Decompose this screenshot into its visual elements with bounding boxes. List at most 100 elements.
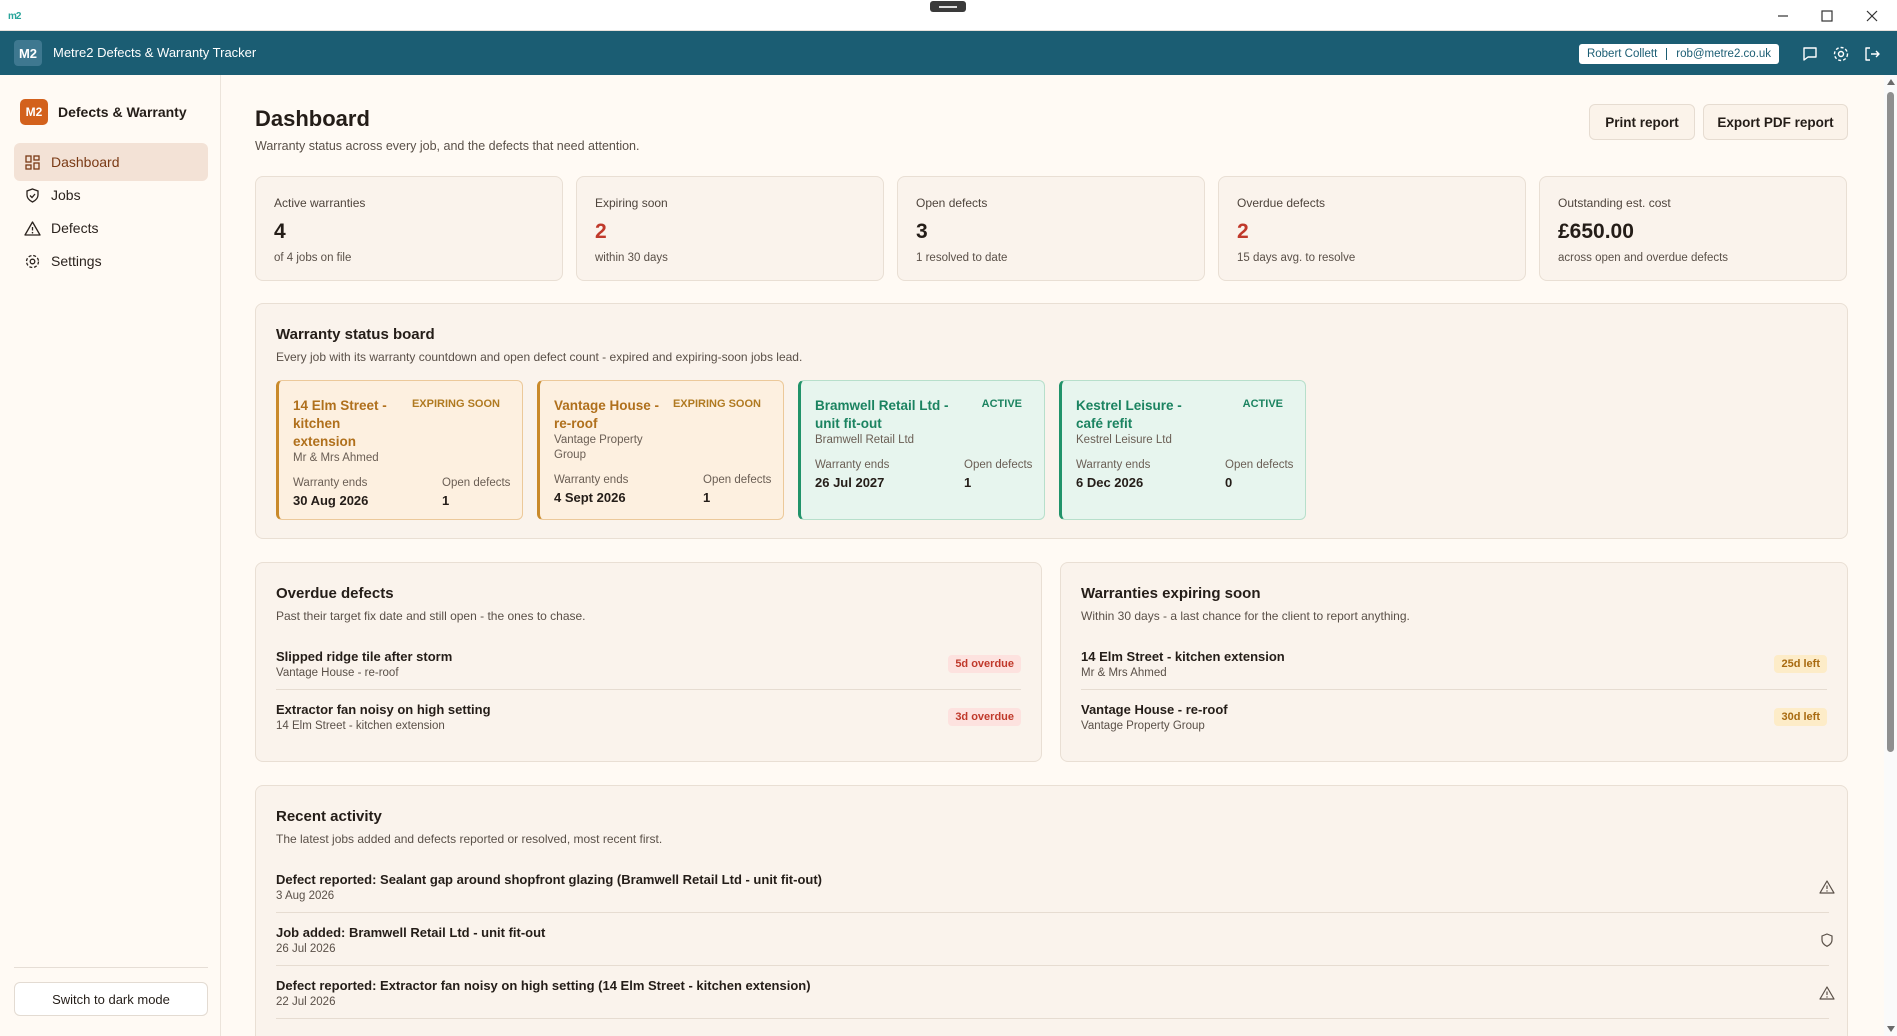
stat-label: Active warranties [274, 196, 366, 210]
page-title: Dashboard [255, 106, 370, 131]
scrollbar-thumb[interactable] [1887, 92, 1894, 752]
open-defects-value: 0 [1225, 475, 1233, 490]
warning-icon [1819, 986, 1835, 1000]
user-name: Robert Collett [1586, 48, 1658, 60]
warranty-ends-value: 26 Jul 2027 [815, 475, 885, 490]
dashboard-icon [25, 154, 40, 170]
warranty-ends-label: Warranty ends [815, 459, 890, 471]
activity-date: 26 Jul 2026 [276, 943, 336, 955]
board-title: Warranty status board [276, 326, 435, 343]
dark-mode-button[interactable]: Switch to dark mode [14, 982, 208, 1016]
expiring-subtitle: Within 30 days - a last chance for the c… [1081, 609, 1410, 623]
user-info[interactable]: Robert Collett rob@metre2.co.uk [1579, 44, 1779, 64]
open-defects-label: Open defects [442, 477, 511, 489]
list-item[interactable]: Vantage House - re-roof Vantage Property… [1081, 702, 1228, 732]
status-badge: ACTIVE [981, 398, 1022, 410]
job-client: Mr & Mrs Ahmed [1081, 667, 1167, 679]
status-badge: 25d left [1774, 655, 1827, 673]
stat-detail: 15 days avg. to resolve [1237, 252, 1356, 264]
warranty-card[interactable]: Vantage House - re-roof EXPIRING SOON Va… [537, 380, 784, 520]
defect-title: Slipped ridge tile after storm [276, 649, 453, 664]
brand-badge: M2 [20, 99, 48, 125]
defect-job: Vantage House - re-roof [276, 667, 399, 679]
warranty-client: Vantage Property Group [554, 434, 643, 461]
job-title: Vantage House - re-roof [1081, 702, 1228, 717]
status-badge: 5d overdue [948, 655, 1021, 673]
close-icon[interactable] [1862, 6, 1882, 26]
board-subtitle: Every job with its warranty countdown an… [276, 350, 803, 364]
stat-value: 2 [1237, 220, 1249, 243]
window-drag-handle[interactable] [930, 1, 966, 12]
warning-icon [24, 220, 41, 236]
stat-detail: of 4 jobs on file [274, 252, 352, 264]
stat-card-active-warranties: Active warranties 4 of 4 jobs on file [255, 176, 563, 281]
stat-card-overdue-defects: Overdue defects 2 15 days avg. to resolv… [1218, 176, 1526, 281]
stat-label: Open defects [916, 196, 988, 210]
print-report-button[interactable]: Print report [1589, 104, 1695, 140]
stat-detail: within 30 days [595, 252, 668, 264]
stat-card-outstanding-cost: Outstanding est. cost £650.00 across ope… [1539, 176, 1847, 281]
warranty-job-name: Vantage House - re-roof [554, 398, 660, 431]
stat-card-open-defects: Open defects 3 1 resolved to date [897, 176, 1205, 281]
stat-value: 3 [916, 220, 928, 243]
status-badge: 3d overdue [948, 708, 1021, 726]
list-item[interactable]: Slipped ridge tile after storm Vantage H… [276, 649, 452, 679]
warranty-client: Bramwell Retail Ltd [815, 434, 915, 446]
stat-card-expiring-soon: Expiring soon 2 within 30 days [576, 176, 884, 281]
sidebar-brand: M2 Defects & Warranty [20, 99, 187, 125]
list-item[interactable]: 14 Elm Street - kitchen extension Mr & M… [1081, 649, 1285, 679]
activity-text: Job added: Bramwell Retail Ltd - unit fi… [276, 925, 546, 940]
defect-job: 14 Elm Street - kitchen extension [276, 720, 445, 732]
divider [1081, 689, 1827, 690]
status-badge: 30d left [1774, 708, 1827, 726]
defect-title: Extractor fan noisy on high setting [276, 702, 491, 717]
warning-icon [1819, 880, 1835, 894]
overdue-defects-panel: Overdue defects Past their target fix da… [255, 562, 1042, 762]
sidebar-item-settings[interactable]: Settings [14, 242, 208, 280]
warranty-ends-label: Warranty ends [1076, 459, 1151, 471]
warranty-client: Kestrel Leisure Ltd [1076, 434, 1172, 446]
list-item[interactable]: Defect reported: Extractor fan noisy on … [276, 978, 811, 1008]
stat-detail: 1 resolved to date [916, 252, 1008, 264]
stat-label: Overdue defects [1237, 196, 1326, 210]
page-subtitle: Warranty status across every job, and th… [255, 139, 640, 153]
status-badge: EXPIRING SOON [411, 398, 500, 410]
scroll-up-icon[interactable] [1887, 79, 1895, 85]
os-app-logo-text: m2 [8, 11, 21, 22]
scrollbar[interactable] [1884, 75, 1897, 1036]
scroll-down-icon[interactable] [1887, 1026, 1895, 1032]
maximize-icon[interactable] [1817, 6, 1837, 26]
overdue-title: Overdue defects [276, 585, 394, 602]
divider [276, 1018, 1829, 1019]
warranty-status-board: Warranty status board Every job with its… [255, 303, 1848, 539]
warranty-card[interactable]: Bramwell Retail Ltd - unit fit-out ACTIV… [798, 380, 1045, 520]
sidebar-item-label: Defects [51, 220, 99, 236]
open-defects-label: Open defects [703, 474, 772, 486]
open-defects-label: Open defects [964, 459, 1033, 471]
warranty-ends-value: 4 Sept 2026 [554, 490, 626, 505]
logout-icon[interactable] [1863, 45, 1881, 63]
app-title: Metre2 Defects & Warranty Tracker [53, 45, 257, 60]
list-item[interactable]: Job added: Bramwell Retail Ltd - unit fi… [276, 925, 545, 955]
user-info-divider [1666, 48, 1668, 60]
stat-detail: across open and overdue defects [1558, 252, 1729, 264]
os-title-bar: m2 [0, 0, 1897, 31]
os-app-logo: m2 [8, 6, 21, 22]
chat-icon[interactable] [1801, 45, 1819, 63]
open-defects-label: Open defects [1225, 459, 1294, 471]
warranty-card[interactable]: 14 Elm Street - kitchen extension EXPIRI… [276, 380, 523, 520]
activity-date: 22 Jul 2026 [276, 996, 336, 1008]
warranty-card[interactable]: Kestrel Leisure - café refit ACTIVE Kest… [1059, 380, 1306, 520]
brand-title: Defects & Warranty [58, 104, 187, 120]
sidebar-item-label: Dashboard [51, 154, 120, 170]
list-item[interactable]: Extractor fan noisy on high setting 14 E… [276, 702, 491, 732]
stat-value: 4 [274, 220, 286, 243]
export-pdf-button[interactable]: Export PDF report [1703, 104, 1848, 140]
expiring-title: Warranties expiring soon [1081, 585, 1261, 602]
list-item[interactable]: Defect reported: Sealant gap around shop… [276, 872, 822, 902]
activity-text: Defect reported: Extractor fan noisy on … [276, 978, 811, 993]
minimize-icon[interactable] [1773, 6, 1793, 26]
stat-value: £650.00 [1558, 220, 1634, 243]
gear-icon[interactable] [1832, 45, 1850, 63]
divider [276, 965, 1829, 966]
